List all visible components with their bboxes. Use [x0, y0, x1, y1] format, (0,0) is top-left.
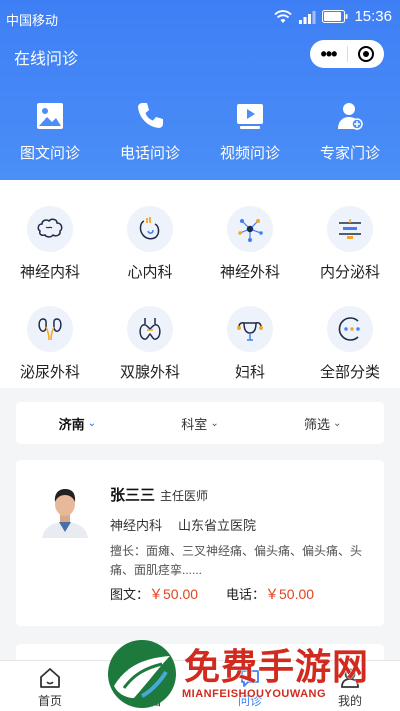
header: 中国移动 15:36 在线问诊 ••• 图文问诊 电话问诊 视频问诊 专家门诊: [0, 0, 400, 180]
scale-icon: [339, 219, 361, 239]
doctor-department: 神经内科: [110, 518, 163, 533]
close-button[interactable]: [348, 45, 384, 63]
battery-icon: [322, 10, 348, 23]
watermark-logo-icon: [108, 640, 176, 708]
department-label: 泌尿外科: [19, 364, 80, 381]
filter-bar: 济南 ⌄ 科室 ⌄ 筛选 ⌄: [16, 402, 384, 444]
department-label: 双腺外科: [119, 364, 180, 381]
tab-home[interactable]: 首页: [0, 661, 100, 711]
brain-icon: [37, 218, 63, 238]
doctor-hospital: 山东省立医院: [178, 518, 257, 533]
phone-consult-price: 电话：￥50.00: [226, 586, 315, 602]
doctor-title: 主任医师: [160, 489, 209, 503]
consult-type-label: 图文问诊: [19, 145, 80, 162]
consult-type-label: 专家门诊: [319, 145, 380, 162]
video-icon: [237, 104, 263, 129]
status-time: 15:36: [354, 8, 392, 25]
avatar: [40, 482, 90, 538]
department-all[interactable]: 全部分类: [300, 306, 400, 382]
department-endocrinology[interactable]: 内分泌科: [300, 206, 400, 282]
kidney-icon: [38, 318, 62, 341]
department-label: 心内科: [127, 264, 173, 281]
uterus-icon: [237, 322, 263, 341]
doctor-specialty: 擅长：面瘫、三叉神经痛、偏头痛、偏头痛、头痛、面肌痉挛......: [110, 544, 363, 577]
department-gynecology[interactable]: 妇科: [200, 306, 300, 382]
neuron-icon: [238, 219, 263, 242]
wifi-icon: [274, 9, 293, 23]
consult-type-phone[interactable]: 电话问诊: [100, 100, 200, 170]
department-grid: 神经内科 心内科 神经外科 内分泌科 泌尿外科 双腺外科 妇科 全部分类: [0, 180, 400, 388]
department-label: 神经内科: [19, 264, 80, 281]
department-neurosurgery[interactable]: 神经外科: [200, 206, 300, 282]
consult-type-video[interactable]: 视频问诊: [200, 100, 300, 170]
text-consult-price: 图文：￥50.00: [110, 586, 199, 602]
department-label: 神经外科: [219, 264, 280, 281]
chevron-down-icon: ⌄: [210, 417, 219, 429]
image-icon: [37, 103, 63, 129]
thyroid-icon: [139, 318, 161, 340]
watermark: 免费手游网 MIANFEISHOUYOUWANG: [104, 636, 394, 711]
doctor-card[interactable]: 张三三 主任医师 神经内科 山东省立医院 擅长：面瘫、三叉神经痛、偏头痛、偏头痛…: [16, 460, 384, 626]
department-neurology[interactable]: 神经内科: [0, 206, 100, 282]
watermark-text: 免费手游网: [184, 647, 370, 688]
status-bar: 中国移动 15:36: [0, 0, 400, 36]
department-label: 妇科: [234, 364, 265, 381]
signal-icon: [299, 10, 316, 24]
home-icon: [40, 668, 60, 688]
filter-more[interactable]: 筛选 ⌄: [261, 414, 384, 433]
doctor-icon: [338, 103, 363, 130]
miniprogram-capsule: •••: [310, 40, 384, 68]
department-urology[interactable]: 泌尿外科: [0, 306, 100, 382]
all-icon: [338, 317, 360, 341]
doctor-name: 张三三: [110, 487, 156, 504]
heart-icon: [139, 217, 160, 240]
watermark-subtext: MIANFEISHOUYOUWANG: [182, 688, 327, 700]
department-label: 全部分类: [319, 364, 380, 381]
phone-icon: [138, 103, 163, 128]
target-icon: [358, 46, 374, 62]
consult-type-expert[interactable]: 专家门诊: [300, 100, 400, 170]
carrier-label: 中国移动: [6, 13, 59, 28]
department-cardiology[interactable]: 心内科: [100, 206, 200, 282]
filter-department[interactable]: 科室 ⌄: [139, 414, 262, 433]
page-title: 在线问诊: [14, 51, 79, 68]
chevron-down-icon: ⌄: [87, 417, 97, 429]
chevron-down-icon: ⌄: [332, 417, 342, 429]
title-bar: 在线问诊 •••: [0, 36, 400, 72]
more-button[interactable]: •••: [310, 40, 347, 68]
filter-city[interactable]: 济南 ⌄: [16, 414, 139, 433]
consult-type-text[interactable]: 图文问诊: [0, 100, 100, 170]
consult-type-label: 视频问诊: [219, 145, 280, 162]
consult-type-label: 电话问诊: [119, 145, 180, 162]
department-label: 内分泌科: [319, 264, 380, 281]
department-gland-surgery[interactable]: 双腺外科: [100, 306, 200, 382]
consult-type-nav: 图文问诊 电话问诊 视频问诊 专家门诊: [0, 100, 400, 170]
